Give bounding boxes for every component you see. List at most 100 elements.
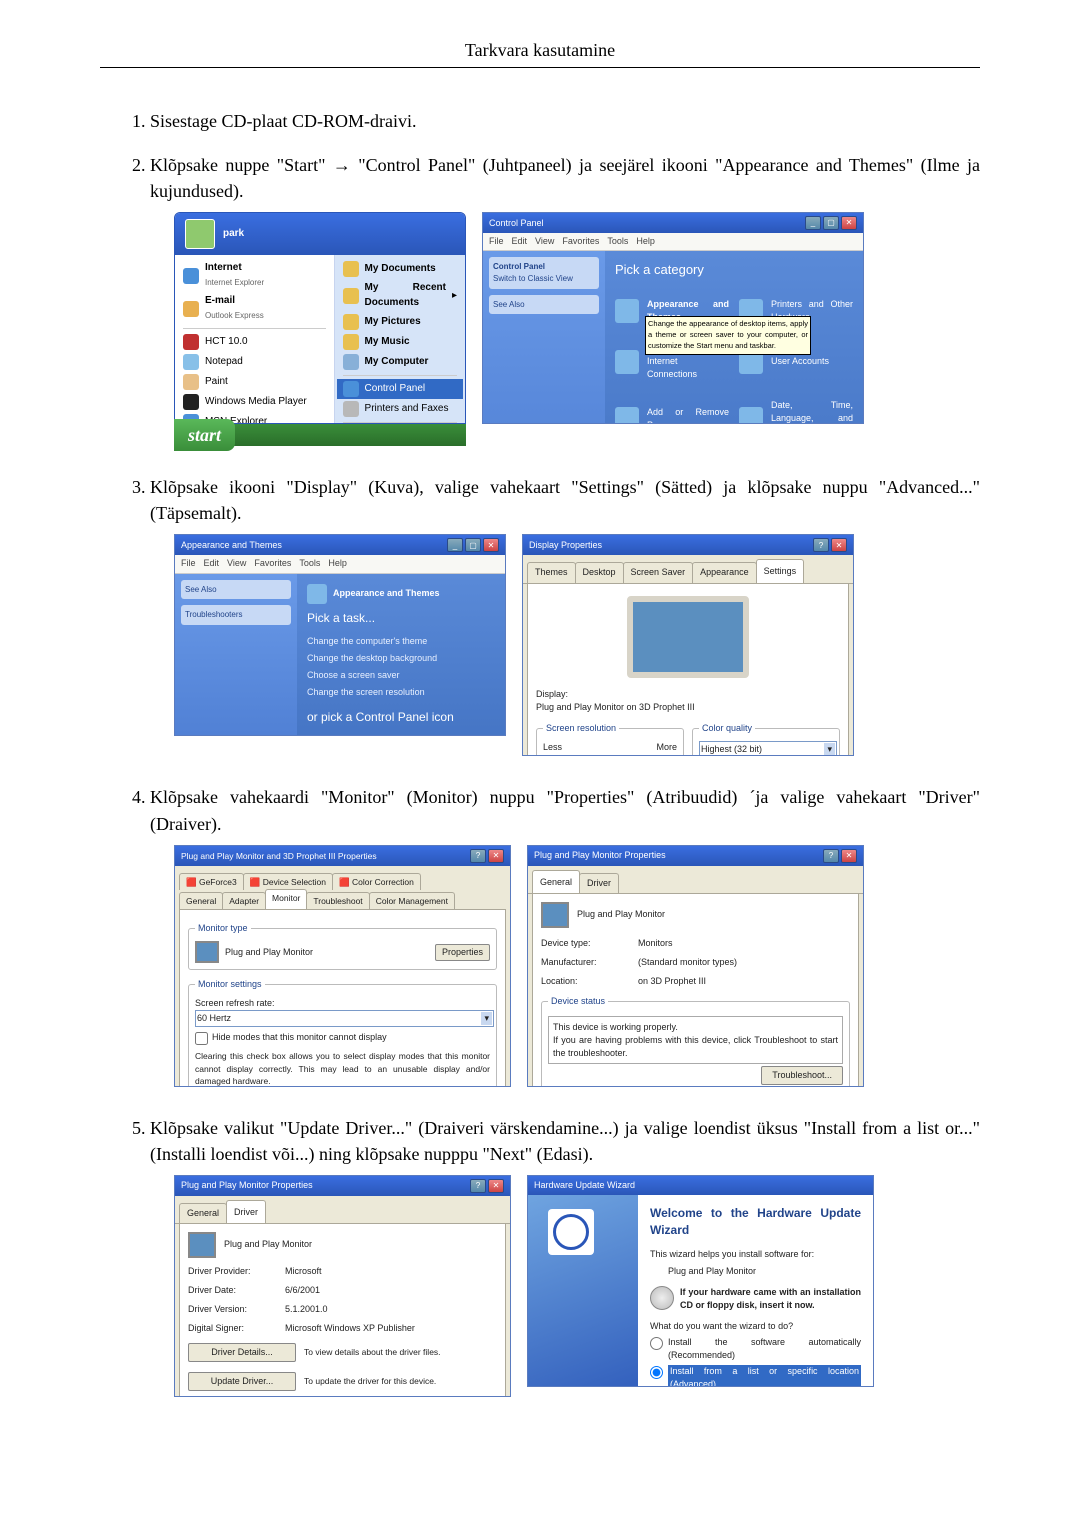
sm-mydocs[interactable]: My Documents [337,259,463,279]
prophet-properties-window: Plug and Play Monitor and 3D Prophet III… [174,845,511,1087]
figure-row-2: Appearance and Themes _▢✕ FileEditViewFa… [174,534,980,756]
color-quality-select[interactable]: Highest (32 bit) ▾ [699,741,837,757]
start-menu-figure: park InternetInternet Explorer E-mailOut… [174,212,466,446]
instruction-list: Sisestage CD-plaat CD-ROM-draivi. Klõpsa… [100,108,980,1397]
start-menu-header: park [175,213,465,255]
hide-modes-checkbox[interactable]: Hide modes that this monitor cannot disp… [195,1031,490,1046]
tab-general[interactable]: General [532,870,580,893]
monitor-icon [195,941,219,963]
tab-general[interactable]: General [179,892,223,909]
task-link[interactable]: Choose a screen saver [307,669,495,682]
sm-wmp[interactable]: Windows Media Player [177,392,332,412]
cat-appearance[interactable]: Appearance and Themes Change the appeara… [615,298,729,324]
help-icon[interactable]: ? [823,849,839,863]
tab-adapter[interactable]: Adapter [222,892,266,909]
tab-driver[interactable]: Driver [226,1200,266,1223]
folder-icon [343,288,359,304]
appearance-icon [615,299,639,323]
tab-themes[interactable]: Themes [527,562,576,582]
close-icon[interactable]: ✕ [831,538,847,552]
sm-paint[interactable]: Paint [177,372,332,392]
close-icon[interactable]: ✕ [488,849,504,863]
tab-desktop[interactable]: Desktop [575,562,624,582]
sm-music[interactable]: My Music [337,332,463,352]
menu-file[interactable]: File [489,235,504,248]
tab-screensaver[interactable]: Screen Saver [623,562,694,582]
sm-notepad[interactable]: Notepad [177,352,332,372]
help-icon[interactable]: ? [813,538,829,552]
update-driver-button[interactable]: Update Driver... [188,1372,296,1391]
close-icon[interactable]: ✕ [488,1179,504,1193]
close-icon[interactable]: ✕ [841,216,857,230]
document-page: Tarkvara kasutamine Sisestage CD-plaat C… [0,0,1080,1527]
page-header: Tarkvara kasutamine [100,40,980,61]
sm-pics[interactable]: My Pictures [337,312,463,332]
sm-email[interactable]: E-mailOutlook Express [177,292,332,325]
refresh-rate-select[interactable]: 60 Hertz▾ [195,1010,494,1027]
close-icon[interactable]: ✕ [483,538,499,552]
tab-driver[interactable]: Driver [579,873,619,893]
sm-recent[interactable]: My Recent Documents ▸ [337,279,463,312]
maximize-icon[interactable]: ▢ [823,216,839,230]
troubleshoot-button[interactable]: Troubleshoot... [761,1066,843,1085]
tab-colormgmt[interactable]: Color Management [369,892,455,909]
display-properties-window: Display Properties ?✕ Themes Desktop Scr… [522,534,854,756]
menu-tools[interactable]: Tools [607,235,628,248]
start-button[interactable]: start [174,419,235,451]
minimize-icon[interactable]: _ [805,216,821,230]
pnp-monitor-general-window: Plug and Play Monitor Properties ?✕ Gene… [527,845,864,1087]
task-link[interactable]: Change the screen resolution [307,686,495,699]
option-list[interactable]: Install from a list or specific location… [650,1365,861,1387]
figure-row-1: park InternetInternet Explorer E-mailOut… [174,212,980,446]
sm-mycomp[interactable]: My Computer [337,352,463,372]
driver-details-button[interactable]: Driver Details... [188,1343,296,1362]
menu-fav[interactable]: Favorites [562,235,599,248]
help-icon[interactable]: ? [470,849,486,863]
clock-icon [739,407,763,424]
chevron-down-icon: ▾ [481,1012,492,1025]
display-label: Display: [536,688,840,701]
tooltip: Change the appearance of desktop items, … [645,316,811,355]
help-icon[interactable]: ? [470,1179,486,1193]
properties-button[interactable]: Properties [435,944,490,961]
tab-geforce[interactable]: 🟥 GeForce3 [179,873,244,890]
mail-icon [183,301,199,317]
step-5: Klõpsake valikut "Update Driver..." (Dra… [150,1115,980,1397]
tab-colorcorr[interactable]: 🟥 Color Correction [332,873,421,890]
device-name: Plug and Play Monitor [577,908,665,921]
cat-addremove[interactable]: Add or Remove Programs [615,399,729,424]
tab-troubleshoot[interactable]: Troubleshoot [306,892,369,909]
tab-monitor[interactable]: Monitor [265,889,307,909]
folder-icon [343,314,359,330]
menu-edit[interactable]: Edit [512,235,528,248]
figure-row-3: Plug and Play Monitor and 3D Prophet III… [174,845,980,1087]
close-icon[interactable]: ✕ [841,849,857,863]
menu-help[interactable]: Help [636,235,655,248]
task-link[interactable]: Change the computer's theme [307,635,495,648]
window-title: Display Properties [529,539,602,552]
sm-internet[interactable]: InternetInternet Explorer [177,259,332,292]
option-auto[interactable]: Install the software automatically (Reco… [650,1336,861,1362]
menubar: File Edit View Favorites Tools Help [483,233,863,251]
step-2: Klõpsake nuppe "Start" → "Control Panel"… [150,152,980,446]
task-link[interactable]: Change the desktop background [307,652,495,665]
sm-printers[interactable]: Printers and Faxes [337,399,463,419]
tab-general[interactable]: General [179,1203,227,1223]
side-panel: See Also [489,295,599,315]
menu-view[interactable]: View [535,235,554,248]
tab-devsel[interactable]: 🟥 Device Selection [243,873,333,890]
window-title: Plug and Play Monitor Properties [181,1179,313,1192]
window-title: Control Panel [489,217,544,230]
sm-control-panel[interactable]: Control Panel [337,379,463,399]
sm-hct[interactable]: HCT 10.0 [177,332,332,352]
cp-heading: Pick a category [615,261,853,280]
chevron-down-icon: ▾ [824,743,835,756]
tab-appearance[interactable]: Appearance [692,562,757,582]
cat-datetime[interactable]: Date, Time, Language, and Regional... [739,399,853,424]
tab-settings[interactable]: Settings [756,559,805,582]
minimize-icon[interactable]: _ [447,538,463,552]
addremove-icon [615,407,639,424]
printer-icon [343,401,359,417]
cd-icon [650,1286,674,1310]
maximize-icon[interactable]: ▢ [465,538,481,552]
